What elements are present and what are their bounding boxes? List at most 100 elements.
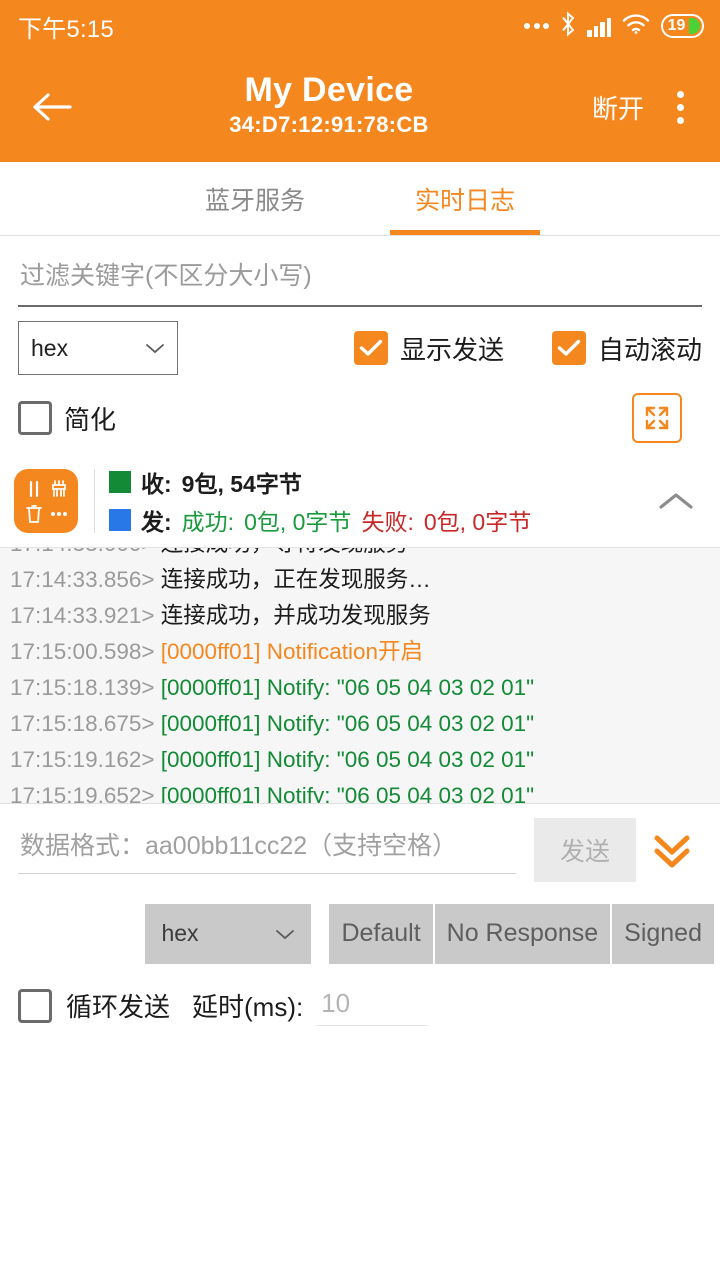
- pause-icon: [25, 480, 43, 498]
- disconnect-button[interactable]: 断开: [582, 83, 654, 132]
- status-bar-icons: 19: [524, 11, 704, 42]
- bluetooth-debug-screen: 下午5:15 19: [0, 0, 720, 1280]
- page-title: My Device: [244, 73, 413, 109]
- kebab-dot: [677, 91, 684, 98]
- filter-row: [0, 236, 720, 307]
- log-line: 17:15:19.162> [0000ff01] Notify: "06 05 …: [10, 742, 710, 778]
- rx-label: 收:: [141, 465, 172, 499]
- checkbox-box-unchecked: [18, 401, 52, 435]
- log-format-select-value: hex: [31, 335, 145, 362]
- write-type-signed-button[interactable]: Signed: [612, 904, 714, 964]
- tab-bluetooth-services[interactable]: 蓝牙服务: [150, 162, 360, 235]
- wifi-icon: [622, 13, 650, 40]
- checkmark-icon: [557, 339, 581, 357]
- log-line: 17:14:33.856> 连接成功，正在发现服务…: [10, 562, 710, 598]
- send-format-select-value: hex: [161, 920, 275, 947]
- log-timestamp: 17:15:19.652>: [10, 783, 161, 804]
- broom-icon: [49, 479, 69, 499]
- log-message: 连接成功，并成功发现服务: [161, 603, 431, 628]
- battery-icon: 19: [661, 14, 704, 38]
- checkbox-box-checked: [354, 331, 388, 365]
- simplify-checkbox[interactable]: 简化: [18, 400, 116, 437]
- send-options-row: hex Default No Response Signed: [0, 882, 720, 964]
- log-message: [0000ff01] Notify: "06 05 04 03 02 01": [161, 747, 534, 772]
- tx-color-swatch: [109, 509, 131, 531]
- double-chevron-down-icon: [651, 828, 693, 872]
- log-message: 连接成功，正在发现服务…: [161, 567, 431, 592]
- log-line: 17:15:19.652> [0000ff01] Notify: "06 05 …: [10, 778, 710, 804]
- statistics-bar: 收: 9包, 54字节 发: 成功: 0包, 0字节 失败: 0包, 0字节: [0, 455, 720, 548]
- log-timestamp: 17:15:00.598>: [10, 639, 161, 664]
- log-timestamp: 17:15:19.162>: [10, 747, 161, 772]
- log-message: [0000ff01] Notify: "06 05 04 03 02 01": [161, 675, 534, 700]
- send-row: 发送: [0, 804, 720, 882]
- bottom-padding: [0, 1026, 720, 1280]
- delay-input[interactable]: [317, 986, 427, 1026]
- log-line: 17:15:18.675> [0000ff01] Notify: "06 05 …: [10, 706, 710, 742]
- send-button[interactable]: 发送: [534, 818, 636, 882]
- show-send-label: 显示发送: [400, 330, 504, 367]
- chevron-down-icon: [145, 342, 165, 354]
- stats-collapse-button[interactable]: [646, 490, 706, 512]
- more-dots-icon: [49, 510, 69, 518]
- write-type-default-button[interactable]: Default: [329, 904, 434, 964]
- kebab-dot: [677, 117, 684, 124]
- filter-input[interactable]: [18, 258, 702, 307]
- tx-fail-label: 失败:: [361, 503, 413, 537]
- stats-tx-line: 发: 成功: 0包, 0字节 失败: 0包, 0字节: [109, 503, 646, 537]
- log-line: 17:15:00.598> [0000ff01] Notification开启: [10, 634, 710, 670]
- log-format-select[interactable]: hex: [18, 321, 178, 375]
- back-button[interactable]: [24, 79, 80, 135]
- battery-level: 19: [668, 18, 696, 34]
- log-message: [0000ff01] Notify: "06 05 04 03 02 01": [161, 783, 534, 804]
- loop-send-row: 循环发送 延时(ms):: [0, 964, 720, 1026]
- back-arrow-icon: [30, 91, 74, 123]
- tab-bar: 蓝牙服务 实时日志: [0, 162, 720, 236]
- log-actions-button[interactable]: [14, 469, 78, 533]
- stats-rx-line: 收: 9包, 54字节: [109, 465, 646, 499]
- log-timestamp: 17:15:18.675>: [10, 711, 161, 736]
- controls-row-primary: hex 显示发送 自动滚动: [0, 307, 720, 375]
- log-message: 连接成功，等待发现服务: [161, 548, 409, 556]
- simplify-label: 简化: [64, 400, 116, 437]
- device-mac-address: 34:D7:12:91:78:CB: [229, 109, 429, 141]
- ellipsis-icon: [524, 23, 549, 29]
- log-timestamp: 17:14:33.000>: [10, 548, 161, 556]
- rx-value: 9包, 54字节: [182, 465, 302, 499]
- write-type-no-response-button[interactable]: No Response: [435, 904, 612, 964]
- show-send-checkbox[interactable]: 显示发送: [354, 330, 504, 367]
- loop-send-label: 循环发送: [66, 987, 170, 1024]
- auto-scroll-checkbox[interactable]: 自动滚动: [552, 330, 702, 367]
- log-message: [0000ff01] Notification开启: [161, 639, 423, 664]
- checkbox-box-checked: [552, 331, 586, 365]
- log-line: 17:14:33.000> 连接成功，等待发现服务: [10, 548, 710, 562]
- delay-label: 延时(ms):: [192, 987, 303, 1024]
- loop-send-checkbox[interactable]: [18, 989, 52, 1023]
- status-bar-clock: 下午5:15: [18, 9, 114, 44]
- log-line: 17:14:33.921> 连接成功，并成功发现服务: [10, 598, 710, 634]
- checkmark-icon: [359, 339, 383, 357]
- log-timestamp: 17:14:33.921>: [10, 603, 161, 628]
- trash-icon: [25, 504, 43, 524]
- cellular-signal-icon: [587, 15, 611, 37]
- fullscreen-button[interactable]: [632, 393, 682, 443]
- kebab-dot: [677, 104, 684, 111]
- chevron-down-icon: [275, 928, 295, 940]
- auto-scroll-label: 自动滚动: [598, 330, 702, 367]
- tx-success-value: 0包, 0字节: [244, 503, 351, 537]
- chevron-up-icon: [658, 490, 694, 512]
- tab-realtime-log[interactable]: 实时日志: [360, 162, 570, 235]
- tx-label: 发:: [141, 503, 172, 537]
- log-line: 17:15:18.139> [0000ff01] Notify: "06 05 …: [10, 670, 710, 706]
- send-format-select[interactable]: hex: [145, 904, 311, 964]
- overflow-menu-button[interactable]: [658, 81, 702, 133]
- stats-divider: [94, 469, 95, 533]
- log-timestamp: 17:15:18.139>: [10, 675, 161, 700]
- tx-success-label: 成功:: [182, 503, 234, 537]
- log-timestamp: 17:14:33.856>: [10, 567, 161, 592]
- send-data-input[interactable]: [18, 826, 516, 874]
- scroll-to-bottom-button[interactable]: [636, 828, 708, 872]
- log-output-area[interactable]: 17:14:33.000> 连接成功，等待发现服务17:14:33.856> 连…: [0, 548, 720, 804]
- system-status-bar: 下午5:15 19: [0, 0, 720, 52]
- fullscreen-expand-icon: [641, 402, 673, 434]
